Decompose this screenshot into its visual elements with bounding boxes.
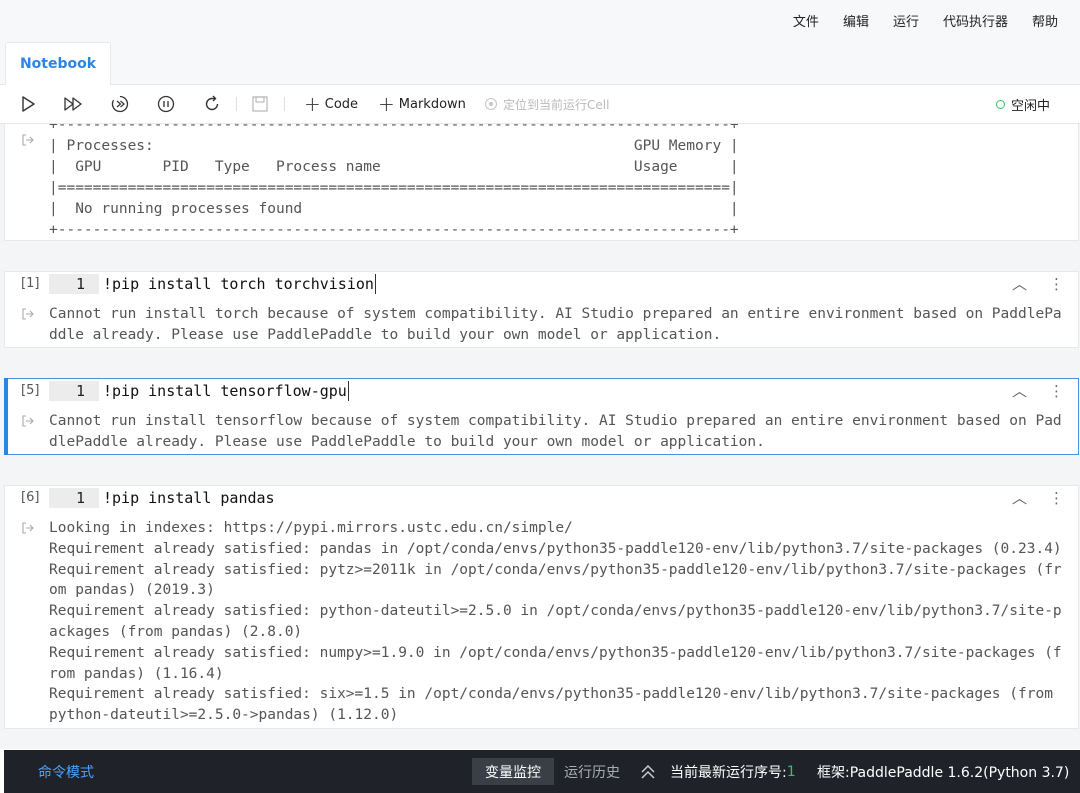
menu-file[interactable]: 文件 (793, 11, 819, 30)
more-options-icon[interactable]: ⋮ (1049, 382, 1064, 400)
status-dot-icon (995, 99, 1005, 109)
code-editor[interactable]: !pip install pandas (99, 488, 275, 508)
tab-notebook[interactable]: Notebook (5, 42, 111, 85)
output-arrow-icon (22, 415, 34, 427)
plus-icon: + (304, 92, 321, 116)
notebook-cell-active[interactable]: [5] 1 !pip install tensorflow-gpu ︿ ⋮ Ca… (4, 378, 1079, 455)
variable-monitor-tab[interactable]: 变量监控 (472, 758, 554, 785)
save-icon[interactable] (250, 94, 270, 114)
menu-edit[interactable]: 编辑 (843, 11, 869, 30)
output-arrow-icon (22, 134, 34, 146)
toolbar-divider (284, 97, 285, 111)
cell-output: Cannot run install torch because of syst… (49, 306, 1062, 343)
kernel-status: 空闲中 (995, 85, 1050, 123)
tab-bar: Notebook (0, 40, 1080, 85)
collapse-icon[interactable]: ︿ (1012, 380, 1027, 401)
framework-info: 框架:PaddlePaddle 1.6.2(Python 3.7) (817, 764, 1070, 781)
kernel-status-label: 空闲中 (1010, 98, 1050, 114)
target-icon (484, 97, 498, 111)
collapse-icon[interactable]: ︿ (1012, 273, 1027, 294)
notebook-cell[interactable]: [6] 1 !pip install pandas ︿ ⋮ Looking in… (4, 485, 1079, 729)
run-history-tab[interactable]: 运行历史 (564, 750, 620, 793)
execution-count: [6] (21, 490, 40, 505)
restart-icon[interactable] (202, 94, 222, 114)
execution-count: [5] (21, 383, 40, 398)
run-below-icon[interactable] (110, 94, 130, 114)
collapse-icon[interactable]: ︿ (1012, 487, 1027, 508)
more-options-icon[interactable]: ⋮ (1049, 275, 1064, 293)
locate-running-cell-button[interactable]: 定位到当前运行Cell (484, 85, 609, 123)
more-options-icon[interactable]: ⋮ (1049, 489, 1064, 507)
cell-controls: ︿ ⋮ (1012, 273, 1064, 294)
cell-output: +---------------------------------------… (49, 124, 739, 238)
add-code-cell-button[interactable]: + Code (304, 85, 358, 123)
mode-indicator[interactable]: 命令模式 (38, 750, 94, 793)
cell-output: Cannot run install tensorflow because of… (49, 413, 1062, 450)
add-code-label: Code (324, 96, 359, 112)
latest-run-sequence: 当前最新运行序号: 1 (670, 750, 796, 793)
status-bar: 命令模式 变量监控 运行历史 当前最新运行序号: 1 框架:PaddlePadd… (4, 750, 1080, 793)
menu-help[interactable]: 帮助 (1032, 11, 1058, 30)
notebook-toolbar: + Code + Markdown 定位到当前运行Cell 空闲中 (0, 85, 1080, 124)
code-editor[interactable]: !pip install torch torchvision (99, 274, 376, 294)
cell-controls: ︿ ⋮ (1012, 380, 1064, 401)
cell-output: Looking in indexes: https://pypi.mirrors… (49, 520, 1062, 724)
output-arrow-icon (22, 308, 34, 320)
sequence-value: 1 (786, 763, 796, 780)
notebook-content[interactable]: +---------------------------------------… (0, 124, 1080, 749)
menu-executor[interactable]: 代码执行器 (943, 11, 1008, 30)
menu-run[interactable]: 运行 (893, 11, 919, 30)
cell-controls: ︿ ⋮ (1012, 487, 1064, 508)
notebook-cell[interactable]: [1] 1 !pip install torch torchvision ︿ ⋮… (4, 271, 1079, 348)
line-number: 1 (49, 381, 99, 401)
menu: 文件 编辑 运行 代码执行器 帮助 (793, 0, 1058, 40)
add-markdown-label: Markdown (398, 96, 466, 112)
plus-icon: + (378, 92, 395, 116)
execution-count: [1] (21, 276, 40, 291)
chevron-up-icon[interactable] (638, 762, 658, 782)
run-all-icon[interactable] (63, 94, 83, 114)
interrupt-icon[interactable] (156, 94, 176, 114)
output-arrow-icon (22, 522, 34, 534)
sequence-label: 当前最新运行序号: (670, 764, 787, 781)
menu-bar: 文件 编辑 运行 代码执行器 帮助 (0, 0, 1080, 41)
add-markdown-cell-button[interactable]: + Markdown (378, 85, 466, 123)
code-editor[interactable]: !pip install tensorflow-gpu (99, 381, 349, 401)
run-icon[interactable] (18, 94, 38, 114)
locate-label: 定位到当前运行Cell (503, 97, 610, 112)
toolbar-divider (236, 97, 237, 111)
line-number: 1 (49, 274, 99, 294)
notebook-cell[interactable]: +---------------------------------------… (4, 124, 1079, 241)
line-number: 1 (49, 488, 99, 508)
